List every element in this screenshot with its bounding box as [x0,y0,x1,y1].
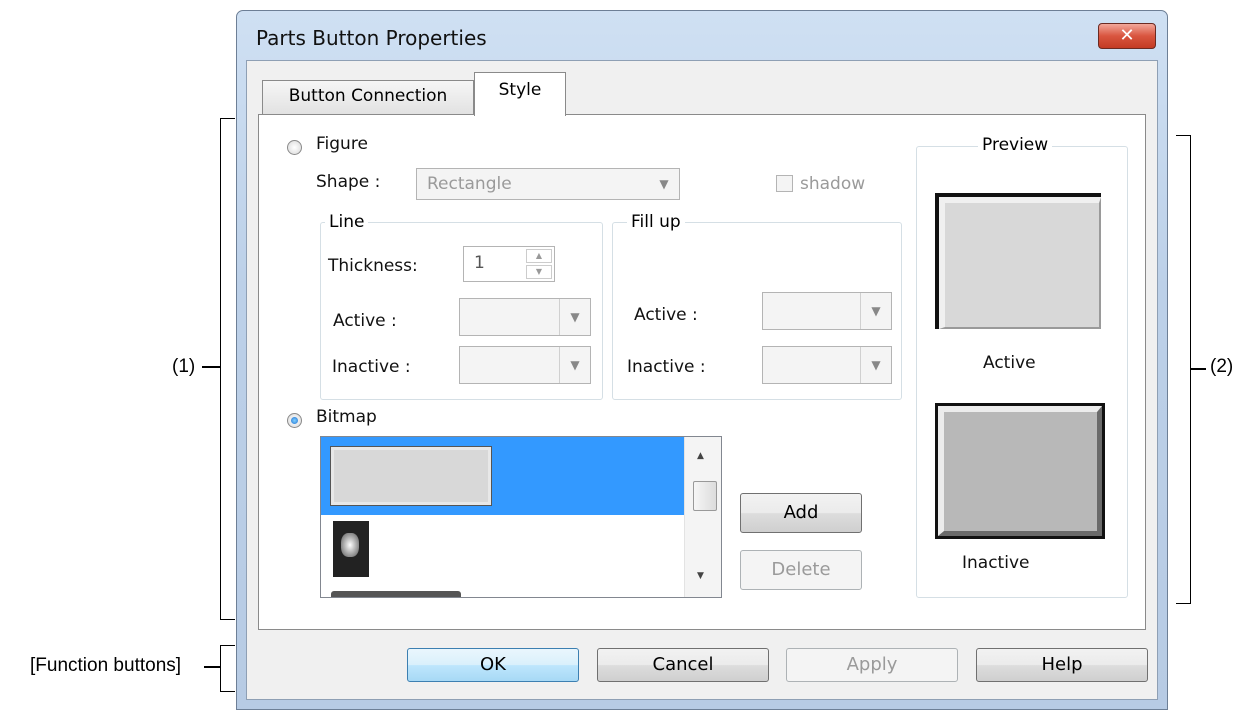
fill-active-label: Active : [634,305,698,325]
figure-label: Figure [316,134,368,154]
bitmap-list-item[interactable] [321,515,684,587]
preview-active-image [935,193,1101,329]
ok-button[interactable]: OK [407,648,579,682]
fill-inactive-dropdown[interactable]: ▼ [762,346,892,384]
area2-bracket [1176,135,1191,604]
chevron-down-icon: ▼ [559,347,590,383]
figure-radio[interactable] [287,140,302,155]
add-button[interactable]: Add [740,493,862,533]
bitmap-thumbnail-knob [333,521,369,577]
bitmap-list-item-selected[interactable] [321,437,684,515]
close-icon: ✕ [1119,25,1135,46]
window-title: Parts Button Properties [256,26,487,50]
scroll-down-icon[interactable]: ▼ [697,571,704,581]
preview-inactive-label: Inactive [962,553,1030,573]
area2-annotation: (2) [1210,356,1234,377]
line-active-label: Active : [333,311,397,331]
help-button[interactable]: Help [976,648,1148,682]
fill-group-title: Fill up [627,212,685,232]
thickness-spinbox[interactable]: 1 ▲ ▼ [463,246,555,282]
preview-active-label: Active [983,353,1036,373]
area1-bracket [220,118,235,620]
shadow-label: shadow [800,174,866,194]
shape-label: Shape : [316,172,381,192]
function-annotation: [Function buttons] [30,655,182,676]
function-tick [204,666,220,668]
bitmap-listbox[interactable]: ▲ ▼ [320,436,722,598]
scrollbar-thumb[interactable] [693,481,717,511]
line-active-dropdown[interactable]: ▼ [459,298,591,336]
bitmap-label: Bitmap [316,407,377,427]
chevron-down-icon: ▼ [860,347,891,383]
close-button[interactable]: ✕ [1098,23,1156,49]
cancel-button[interactable]: Cancel [597,648,769,682]
line-inactive-label: Inactive : [332,357,411,377]
area1-annotation: (1) [172,356,196,377]
preview-title: Preview [978,135,1053,155]
spin-down-icon[interactable]: ▼ [526,265,552,279]
bitmap-radio[interactable] [287,413,302,428]
chevron-down-icon: ▼ [659,177,669,191]
listbox-scrollbar[interactable]: ▲ ▼ [684,437,721,597]
knob-icon [341,533,359,557]
shape-value: Rectangle [427,174,512,194]
shadow-checkbox[interactable] [776,175,793,192]
area2-tick [1190,368,1206,370]
shape-dropdown[interactable]: Rectangle ▼ [416,168,680,200]
line-inactive-dropdown[interactable]: ▼ [459,346,591,384]
tab-button-connection[interactable]: Button Connection [262,80,474,114]
delete-button[interactable]: Delete [740,550,862,590]
bitmap-thumbnail-button [330,446,492,506]
spin-up-icon[interactable]: ▲ [526,249,552,263]
bitmap-list-item-partial [331,591,461,597]
preview-inactive-bevel [938,406,1102,536]
scroll-up-icon[interactable]: ▲ [697,451,704,461]
chevron-down-icon: ▼ [559,299,590,335]
function-bracket [220,645,235,692]
preview-inactive-image [935,403,1105,539]
chevron-down-icon: ▼ [860,293,891,329]
apply-button[interactable]: Apply [786,648,958,682]
tab-style[interactable]: Style [474,72,566,116]
line-group-title: Line [325,212,369,232]
area1-tick [202,366,220,368]
fill-active-dropdown[interactable]: ▼ [762,292,892,330]
thickness-label: Thickness: [328,256,418,276]
preview-active-bevel [939,197,1101,329]
thickness-value: 1 [474,253,485,273]
fill-inactive-label: Inactive : [627,357,706,377]
